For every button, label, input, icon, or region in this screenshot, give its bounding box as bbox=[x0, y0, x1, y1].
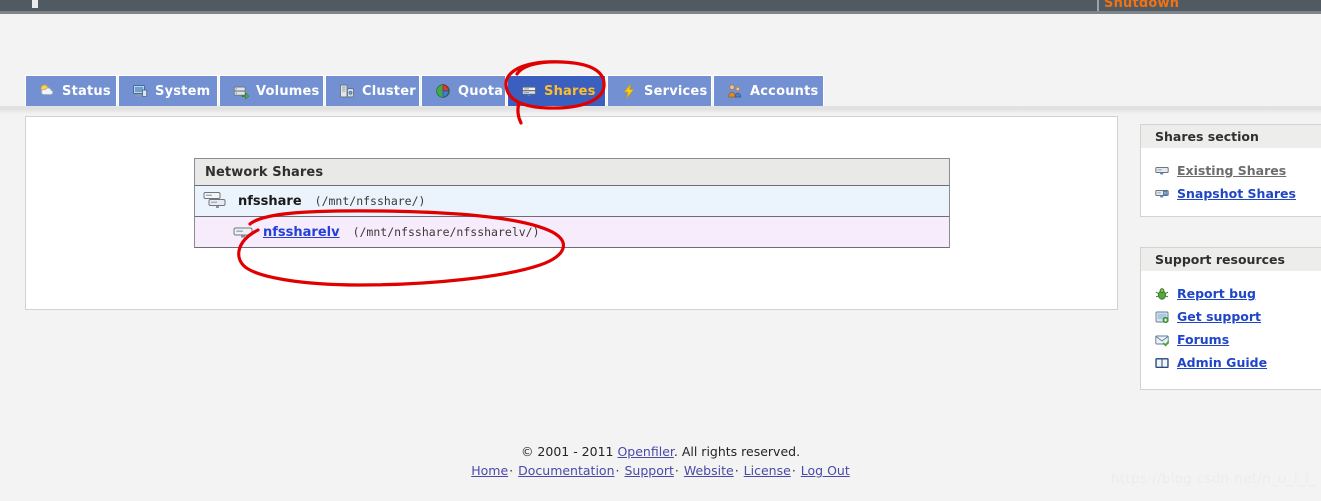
tab-quota[interactable]: Quota bbox=[421, 75, 506, 106]
tab-shares-label: Shares bbox=[544, 83, 596, 99]
book-icon bbox=[1155, 357, 1169, 368]
main-navigation-tabs: Status System Volumes Cluster Quota Shar… bbox=[0, 75, 1321, 108]
footer-link-home[interactable]: Home bbox=[471, 463, 508, 478]
table-row[interactable]: nfsshare (/mnt/nfsshare/) bbox=[194, 186, 950, 217]
support-resources-list: Report bug Get support Forums Admin Guid… bbox=[1141, 271, 1321, 374]
disk-single-icon bbox=[233, 227, 253, 238]
share-name: nfsshare bbox=[238, 193, 302, 209]
network-shares-table: Network Shares nfsshare (/mnt/nfsshare/)… bbox=[194, 158, 950, 248]
sidebar-item-existing-shares[interactable]: Existing Shares bbox=[1155, 159, 1321, 182]
bug-icon bbox=[1155, 287, 1169, 300]
footer-link-logout[interactable]: Log Out bbox=[801, 463, 850, 478]
monitor-icon bbox=[133, 85, 148, 98]
shares-section-panel: Shares section Existing Shares Snapshot … bbox=[1140, 124, 1321, 217]
disk-single-icon bbox=[1155, 166, 1169, 174]
table-row[interactable]: nfssharelv (/mnt/nfsshare/nfssharelv/) bbox=[194, 217, 950, 248]
tab-status-label: Status bbox=[62, 83, 111, 99]
tab-shares[interactable]: Shares bbox=[507, 75, 606, 106]
footer-link-website[interactable]: Website bbox=[684, 463, 734, 478]
topbar-divider bbox=[1097, 0, 1099, 11]
sidebar-item-label: Snapshot Shares bbox=[1177, 186, 1296, 201]
tab-volumes[interactable]: Volumes bbox=[219, 75, 324, 106]
sidebar-item-label: Admin Guide bbox=[1177, 355, 1268, 370]
share-path: (/mnt/nfsshare/nfssharelv/) bbox=[352, 225, 540, 239]
tab-accounts-label: Accounts bbox=[750, 83, 819, 99]
footer-separator: · bbox=[615, 463, 620, 478]
tab-system[interactable]: System bbox=[118, 75, 218, 106]
shares-section-list: Existing Shares Snapshot Shares bbox=[1141, 148, 1321, 205]
tab-volumes-label: Volumes bbox=[256, 83, 320, 99]
top-bar: Shutdown bbox=[0, 0, 1321, 11]
footer-link-documentation[interactable]: Documentation bbox=[518, 463, 614, 478]
footer-link-license[interactable]: License bbox=[744, 463, 791, 478]
tabstrip-shadow bbox=[0, 108, 1321, 114]
support-resources-panel: Support resources Report bug Get support bbox=[1140, 247, 1321, 390]
mail-icon bbox=[1155, 335, 1169, 347]
footer-separator: · bbox=[509, 463, 514, 478]
footer-openfiler-link[interactable]: Openfiler bbox=[617, 444, 673, 459]
volumes-arrow-icon bbox=[233, 86, 249, 99]
tab-cluster-label: Cluster bbox=[362, 83, 416, 99]
tab-services[interactable]: Services bbox=[607, 75, 712, 106]
main-content-panel: Network Shares nfsshare (/mnt/nfsshare/)… bbox=[25, 116, 1118, 310]
tab-status[interactable]: Status bbox=[25, 75, 117, 106]
footer-copyright-prefix: © 2001 - 2011 bbox=[520, 444, 618, 459]
footer-link-support[interactable]: Support bbox=[624, 463, 673, 478]
servers-icon bbox=[340, 84, 354, 98]
lifebuoy-icon bbox=[1155, 311, 1169, 323]
sidebar-item-admin-guide[interactable]: Admin Guide bbox=[1155, 351, 1321, 374]
share-path: (/mnt/nfsshare/) bbox=[314, 194, 426, 208]
footer-separator: · bbox=[734, 463, 739, 478]
topbar-underline bbox=[0, 11, 1321, 14]
weather-sun-cloud-icon bbox=[40, 84, 54, 95]
disk-stack-icon bbox=[522, 86, 536, 97]
tab-accounts[interactable]: Accounts bbox=[713, 75, 824, 106]
footer-copyright: © 2001 - 2011 Openfiler. All rights rese… bbox=[0, 442, 1321, 461]
support-resources-title: Support resources bbox=[1141, 248, 1321, 271]
lightning-bolt-icon bbox=[624, 83, 634, 99]
watermark-text: https://blog.csdn.net/n_u_l_l_ bbox=[1111, 471, 1317, 487]
sidebar-item-report-bug[interactable]: Report bug bbox=[1155, 282, 1321, 305]
pie-chart-icon bbox=[436, 84, 450, 98]
sidebar-item-label: Report bug bbox=[1177, 286, 1256, 301]
shutdown-link[interactable]: Shutdown bbox=[1104, 0, 1179, 11]
tab-services-label: Services bbox=[644, 83, 708, 99]
network-shares-header: Network Shares bbox=[194, 158, 950, 186]
sidebar-item-label: Forums bbox=[1177, 332, 1230, 347]
share-name-link[interactable]: nfssharelv bbox=[263, 225, 340, 240]
tab-system-label: System bbox=[155, 83, 211, 99]
footer-copyright-suffix: . All rights reserved. bbox=[673, 444, 801, 459]
tab-cluster[interactable]: Cluster bbox=[325, 75, 420, 106]
disk-snapshot-icon bbox=[1155, 189, 1169, 197]
tab-quota-label: Quota bbox=[458, 83, 504, 99]
footer-separator: · bbox=[791, 463, 796, 478]
sidebar-item-get-support[interactable]: Get support bbox=[1155, 305, 1321, 328]
sidebar-item-label: Existing Shares bbox=[1177, 163, 1287, 178]
shares-section-title: Shares section bbox=[1141, 125, 1321, 148]
sidebar-item-forums[interactable]: Forums bbox=[1155, 328, 1321, 351]
people-icon bbox=[728, 84, 741, 98]
sidebar-item-snapshot-shares[interactable]: Snapshot Shares bbox=[1155, 182, 1321, 205]
app-logo-stub bbox=[32, 0, 38, 8]
footer-separator: · bbox=[674, 463, 679, 478]
disk-stack-icon bbox=[203, 192, 226, 208]
sidebar-item-label: Get support bbox=[1177, 309, 1262, 324]
